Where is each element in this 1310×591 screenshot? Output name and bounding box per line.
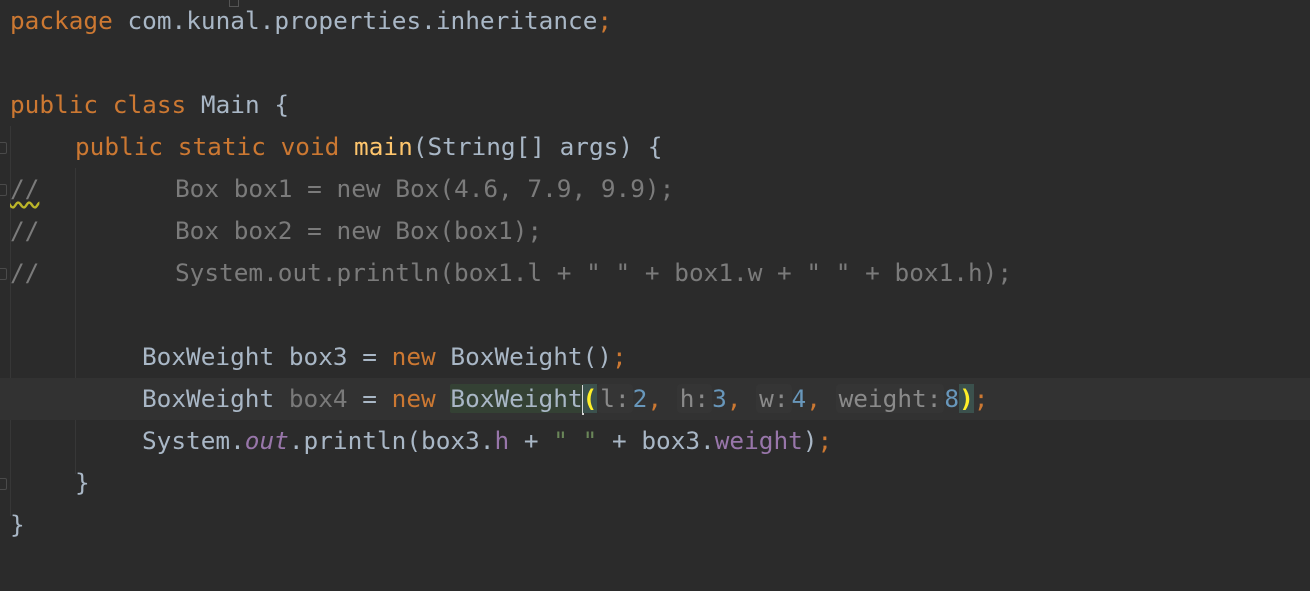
- keyword-static: static: [177, 132, 266, 161]
- argument-value: 2: [632, 384, 648, 413]
- constructor-call: BoxWeight(): [435, 342, 612, 371]
- keyword-public: public: [10, 90, 99, 119]
- commented-code: Box box1 = new Box(4.6, 7.9, 9.9);: [175, 174, 675, 203]
- comma: ,: [647, 384, 663, 413]
- code-line[interactable]: }: [0, 504, 1310, 546]
- package-name: com.kunal.properties.inheritance: [112, 6, 598, 35]
- keyword-public: public: [75, 132, 164, 161]
- code-line[interactable]: // System.out.println(box1.l + " " + box…: [0, 252, 1310, 294]
- closing-brace: }: [75, 468, 90, 497]
- code-line[interactable]: package com.kunal.properties.inheritance…: [0, 0, 1310, 42]
- method-name: main: [354, 132, 413, 161]
- code-line[interactable]: }: [0, 462, 1310, 504]
- static-field: out: [244, 426, 289, 455]
- field-reference: weight: [714, 426, 803, 455]
- semicolon: ;: [973, 384, 989, 413]
- unused-variable: box4: [288, 384, 348, 413]
- argument-value: 8: [944, 384, 960, 413]
- commented-code: Box box2 = new Box(box1);: [175, 216, 543, 245]
- type-name: BoxWeight: [142, 384, 275, 413]
- parameter-hint-w: w:: [756, 384, 792, 413]
- comma: ,: [726, 384, 742, 413]
- commented-code: System.out.println(box1.l + " " + box1.w…: [175, 258, 1013, 287]
- comma: ,: [806, 384, 821, 413]
- code-line[interactable]: BoxWeight box3 = new BoxWeight();: [0, 336, 1310, 378]
- class-reference: System.: [142, 426, 245, 455]
- keyword-package: package: [10, 6, 113, 35]
- argument-value: 4: [791, 384, 807, 413]
- matched-close-paren: ): [959, 384, 974, 413]
- keyword-new: new: [391, 342, 436, 371]
- argument-value: 3: [712, 384, 727, 413]
- closing-brace: }: [10, 510, 25, 539]
- method-call: .println(box3.: [288, 426, 495, 455]
- parameter-hint-h: h:: [676, 384, 713, 413]
- comment-marker: //: [10, 174, 40, 203]
- keyword-new: new: [391, 384, 436, 413]
- code-line[interactable]: public class Main {: [0, 84, 1310, 126]
- code-editor[interactable]: package com.kunal.properties.inheritance…: [0, 0, 1310, 591]
- keyword-void: void: [280, 132, 340, 161]
- code-line[interactable]: System.out.println(box3.h + " " + box3.w…: [0, 420, 1310, 462]
- parameter-hint-weight: weight:: [835, 384, 945, 413]
- semicolon: ;: [817, 426, 833, 455]
- constructor-reference: BoxWeight: [450, 384, 583, 413]
- operator: + box3.: [597, 426, 715, 455]
- matched-open-paren: (: [582, 384, 598, 413]
- operator: +: [509, 426, 554, 455]
- keyword-class: class: [112, 90, 187, 119]
- variable-declaration: box3 =: [274, 342, 392, 371]
- code-line[interactable]: // Box box1 = new Box(4.6, 7.9, 9.9);: [0, 168, 1310, 210]
- code-line[interactable]: // Box box2 = new Box(box1);: [0, 210, 1310, 252]
- semicolon: ;: [597, 6, 613, 35]
- assignment: =: [347, 384, 392, 413]
- type-name: BoxWeight: [142, 342, 275, 371]
- string-literal: " ": [553, 426, 598, 455]
- code-line-current[interactable]: BoxWeight box4 = new BoxWeight(l: 2, h: 3,…: [0, 378, 1310, 420]
- method-signature: (String[] args) {: [412, 132, 663, 161]
- parameter-hint-l: l:: [597, 384, 633, 413]
- comment-marker: //: [10, 216, 40, 245]
- close-paren: ): [802, 426, 818, 455]
- code-line[interactable]: public static void main(String[] args) {: [0, 126, 1310, 168]
- comment-marker: //: [10, 258, 40, 287]
- field-reference: h: [494, 426, 510, 455]
- semicolon: ;: [611, 342, 627, 371]
- class-declaration: Main {: [186, 90, 290, 119]
